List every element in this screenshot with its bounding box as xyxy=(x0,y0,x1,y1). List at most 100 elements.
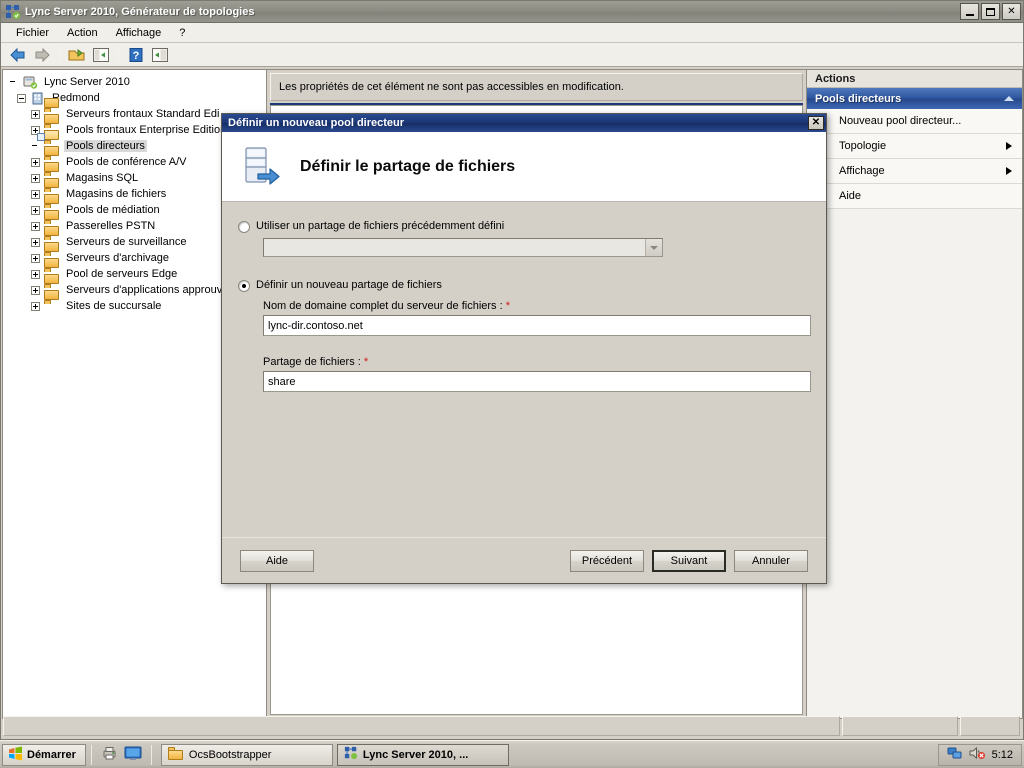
expand-toggle-12[interactable] xyxy=(31,301,40,311)
expand-toggle-10[interactable] xyxy=(31,269,40,279)
expand-toggle-11[interactable] xyxy=(31,285,40,295)
tree-node-label-4: Magasins SQL xyxy=(66,172,139,184)
tree-node-label-7: Passerelles PSTN xyxy=(66,220,156,232)
volume-muted-icon[interactable] xyxy=(969,746,986,763)
action-item-1[interactable]: Topologie xyxy=(807,134,1022,159)
actions-group-title: Pools directeurs xyxy=(815,92,902,105)
window-controls: ✕ xyxy=(960,3,1021,20)
expand-toggle-6[interactable] xyxy=(31,205,40,215)
option-existing-share-label: Utiliser un partage de fichiers précédem… xyxy=(256,220,505,232)
action-item-label-1: Topologie xyxy=(839,140,887,152)
dialog-body: Utiliser un partage de fichiers précédem… xyxy=(222,202,826,537)
dialog-heading: Définir le partage de fichiers xyxy=(300,157,516,175)
action-item-2[interactable]: Affichage xyxy=(807,159,1022,184)
tree-root-label: Lync Server 2010 xyxy=(44,76,130,88)
actions-item-list: Nouveau pool directeur... Topologie Affich… xyxy=(807,109,1022,209)
tree-node-label-0: Serveurs frontaux Standard Edi xyxy=(66,108,220,120)
help-button[interactable]: Aide xyxy=(240,549,314,572)
close-button[interactable]: ✕ xyxy=(1002,3,1021,20)
menu-action[interactable]: Action xyxy=(58,25,107,41)
fqdn-field-label: Nom de domaine complet du serveur de fic… xyxy=(263,300,810,312)
start-button[interactable]: Démarrer xyxy=(2,743,86,766)
taskbar-task-1[interactable]: Lync Server 2010, ... xyxy=(336,743,509,766)
network-printer-icon[interactable] xyxy=(101,745,118,764)
system-tray: 5:12 xyxy=(937,743,1022,766)
back-button[interactable]: Précédent xyxy=(570,549,644,572)
dialog-title-bar: Définir un nouveau pool directeur ✕ xyxy=(222,114,826,132)
existing-share-combobox[interactable] xyxy=(263,238,663,257)
lync-topology-builder-icon xyxy=(344,746,358,763)
define-director-pool-dialog: Définir un nouveau pool directeur ✕ Défi… xyxy=(221,113,827,584)
menu-affichage[interactable]: Affichage xyxy=(107,25,171,41)
taskbar-separator-2 xyxy=(150,744,152,765)
chevron-down-icon xyxy=(650,245,658,250)
tree-root-node[interactable]: Lync Server 2010 xyxy=(7,74,266,90)
readonly-message-text: Les propriétés de cet élément ne sont pa… xyxy=(279,81,624,93)
radio-existing-share[interactable] xyxy=(238,221,250,233)
cancel-button[interactable]: Annuler xyxy=(734,549,808,572)
back-icon[interactable] xyxy=(7,44,29,65)
expand-toggle-3[interactable] xyxy=(31,157,40,167)
menu-help[interactable]: ? xyxy=(170,25,194,41)
menu-bar: Fichier Action Affichage ? xyxy=(1,23,1023,43)
dialog-close-button[interactable]: ✕ xyxy=(808,116,824,130)
tree-node-label-1: Pools frontaux Enterprise Edition xyxy=(66,124,227,136)
fqdn-input[interactable]: lync-dir.contoso.net xyxy=(263,315,811,336)
readonly-message-bar: Les propriétés de cet élément ne sont pa… xyxy=(270,73,803,101)
action-item-0[interactable]: Nouveau pool directeur... xyxy=(807,109,1022,134)
submenu-arrow-icon-1 xyxy=(1006,142,1012,150)
dialog-nav-buttons: Précédent Suivant Annuler xyxy=(570,549,808,572)
show-console-tree-icon[interactable] xyxy=(90,44,112,65)
submenu-arrow-icon-2 xyxy=(1006,167,1012,175)
option-existing-share-row[interactable]: Utiliser un partage de fichiers précédem… xyxy=(238,220,810,233)
taskbar-task-0[interactable]: OcsBootstrapper xyxy=(160,743,333,766)
fqdn-input-value: lync-dir.contoso.net xyxy=(268,319,363,332)
tree-node-label-5: Magasins de fichiers xyxy=(66,188,167,200)
combobox-dropdown-button[interactable] xyxy=(645,239,662,256)
taskbar-task-label-1: Lync Server 2010, ... xyxy=(362,748,469,761)
tree-node-label-12: Sites de succursale xyxy=(66,300,162,312)
action-item-label-2: Affichage xyxy=(839,165,885,177)
next-button[interactable]: Suivant xyxy=(652,549,726,572)
taskbar-task-list: OcsBootstrapper Lync Server 2010, ... xyxy=(160,743,509,766)
maximize-button[interactable] xyxy=(981,3,1000,20)
share-input[interactable]: share xyxy=(263,371,811,392)
radio-new-share[interactable] xyxy=(238,280,250,292)
tree-node-label-11: Serveurs d'applications approuv xyxy=(66,284,223,296)
clock[interactable]: 5:12 xyxy=(992,749,1013,761)
expand-toggle-9[interactable] xyxy=(31,253,40,263)
menu-fichier[interactable]: Fichier xyxy=(7,25,58,41)
screen: Lync Server 2010, Générateur de topologi… xyxy=(0,0,1024,768)
expand-toggle-8[interactable] xyxy=(31,237,40,247)
status-bar xyxy=(3,716,1020,736)
share-required-marker: * xyxy=(363,356,369,368)
expand-toggle-5[interactable] xyxy=(31,189,40,199)
help-icon[interactable]: ? xyxy=(125,44,147,65)
dialog-footer: Aide Précédent Suivant Annuler xyxy=(222,537,826,583)
option-new-share-row[interactable]: Définir un nouveau partage de fichiers xyxy=(238,279,810,292)
minimize-button[interactable] xyxy=(960,3,979,20)
actions-group-header[interactable]: Pools directeurs xyxy=(807,88,1022,109)
taskbar: Démarrer OcsBootstrapper Lync Server 201… xyxy=(0,740,1024,768)
action-item-3[interactable]: Aide xyxy=(807,184,1022,209)
share-field-label-text: Partage de fichiers : xyxy=(263,356,361,368)
quick-launch-bar xyxy=(97,745,146,764)
actions-pane-header: Actions xyxy=(807,70,1022,88)
expand-toggle-7[interactable] xyxy=(31,221,40,231)
collapse-toggle-redmond[interactable] xyxy=(17,93,26,103)
folder-icon xyxy=(44,289,60,313)
network-icon[interactable] xyxy=(947,746,963,763)
expand-toggle-4[interactable] xyxy=(31,173,40,183)
lync-topology-builder-icon xyxy=(5,4,21,20)
start-button-label: Démarrer xyxy=(27,748,76,761)
forward-icon xyxy=(31,44,53,65)
status-cell-2 xyxy=(842,716,958,736)
tree-node-label-8: Serveurs de surveillance xyxy=(66,236,187,248)
expand-toggle-0[interactable] xyxy=(31,109,40,119)
up-folder-icon[interactable] xyxy=(66,44,88,65)
show-action-pane-icon[interactable] xyxy=(149,44,171,65)
share-field-label: Partage de fichiers : * xyxy=(263,356,810,368)
chevron-up-icon[interactable] xyxy=(1004,96,1014,101)
show-desktop-icon[interactable] xyxy=(124,745,142,764)
existing-share-combobox-value xyxy=(264,239,645,256)
